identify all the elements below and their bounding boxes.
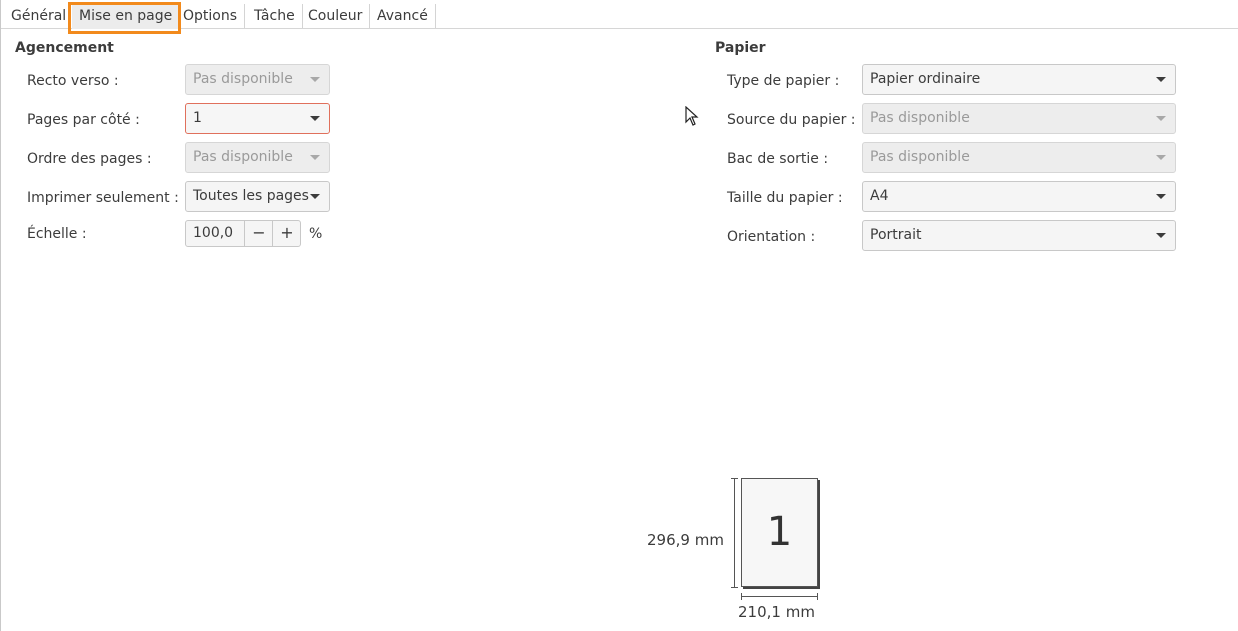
output-tray-value: Pas disponible — [870, 149, 970, 165]
width-dimension-line — [741, 596, 818, 597]
pages-per-side-value: 1 — [193, 110, 202, 126]
only-print-select[interactable]: Toutes les pages — [185, 181, 330, 212]
preview-height-label: 296,9 mm — [647, 531, 724, 549]
chevron-down-icon — [310, 194, 320, 199]
orientation-value: Portrait — [870, 227, 922, 243]
scale-label: Échelle : — [27, 226, 87, 242]
duplex-value: Pas disponible — [193, 71, 293, 87]
pages-per-side-select[interactable]: 1 — [185, 103, 330, 134]
paper-size-value: A4 — [870, 188, 889, 204]
tab-color[interactable]: Couleur — [301, 4, 371, 28]
output-tray-select[interactable]: Pas disponible — [862, 142, 1176, 173]
decrement-button[interactable]: − — [244, 221, 273, 246]
tab-options[interactable]: Options — [176, 4, 246, 28]
orientation-select[interactable]: Portrait — [862, 220, 1176, 251]
duplex-select[interactable]: Pas disponible — [185, 64, 330, 95]
tab-job[interactable]: Tâche — [247, 4, 303, 28]
tab-bar: Général Mise en page Options Tâche Coule… — [1, 0, 1238, 29]
orientation-label: Orientation : — [727, 229, 816, 245]
chevron-down-icon — [1156, 77, 1166, 82]
only-print-value: Toutes les pages — [193, 188, 309, 204]
height-dimension-cap — [731, 478, 738, 479]
chevron-down-icon — [1156, 116, 1166, 121]
scale-spinbutton[interactable]: 100,0 − + — [185, 220, 301, 247]
mouse-pointer-icon — [685, 106, 699, 126]
width-dimension-cap — [817, 593, 818, 600]
paper-source-label: Source du papier : — [727, 112, 856, 128]
page-order-select[interactable]: Pas disponible — [185, 142, 330, 173]
scale-value[interactable]: 100,0 — [193, 221, 233, 246]
print-dialog-page-setup: Général Mise en page Options Tâche Coule… — [0, 0, 1238, 631]
scale-unit: % — [309, 226, 323, 242]
pages-per-side-label: Pages par côté : — [27, 112, 140, 128]
only-print-label: Imprimer seulement : — [27, 190, 179, 206]
layout-heading: Agencement — [15, 40, 114, 56]
paper-source-value: Pas disponible — [870, 110, 970, 126]
chevron-down-icon — [310, 155, 320, 160]
chevron-down-icon — [1156, 233, 1166, 238]
tab-general[interactable]: Général — [4, 4, 75, 28]
paper-type-value: Papier ordinaire — [870, 71, 981, 87]
paper-source-select[interactable]: Pas disponible — [862, 103, 1176, 134]
increment-button[interactable]: + — [272, 221, 301, 246]
chevron-down-icon — [1156, 155, 1166, 160]
paper-type-select[interactable]: Papier ordinaire — [862, 64, 1176, 95]
tab-page-setup[interactable]: Mise en page — [72, 3, 181, 29]
width-dimension-cap — [741, 593, 742, 600]
height-dimension-cap — [731, 587, 738, 588]
tab-advanced[interactable]: Avancé — [370, 4, 436, 28]
chevron-down-icon — [1156, 194, 1166, 199]
height-dimension-line — [734, 478, 735, 588]
duplex-label: Recto verso : — [27, 73, 119, 89]
page-order-label: Ordre des pages : — [27, 151, 152, 167]
paper-size-select[interactable]: A4 — [862, 181, 1176, 212]
page-order-value: Pas disponible — [193, 149, 293, 165]
chevron-down-icon — [310, 77, 320, 82]
page-preview: 1 — [741, 478, 818, 587]
output-tray-label: Bac de sortie : — [727, 151, 829, 167]
paper-size-label: Taille du papier : — [727, 190, 843, 206]
chevron-down-icon — [310, 116, 320, 121]
preview-width-label: 210,1 mm — [738, 603, 815, 621]
paper-heading: Papier — [715, 40, 766, 56]
paper-type-label: Type de papier : — [727, 73, 840, 89]
